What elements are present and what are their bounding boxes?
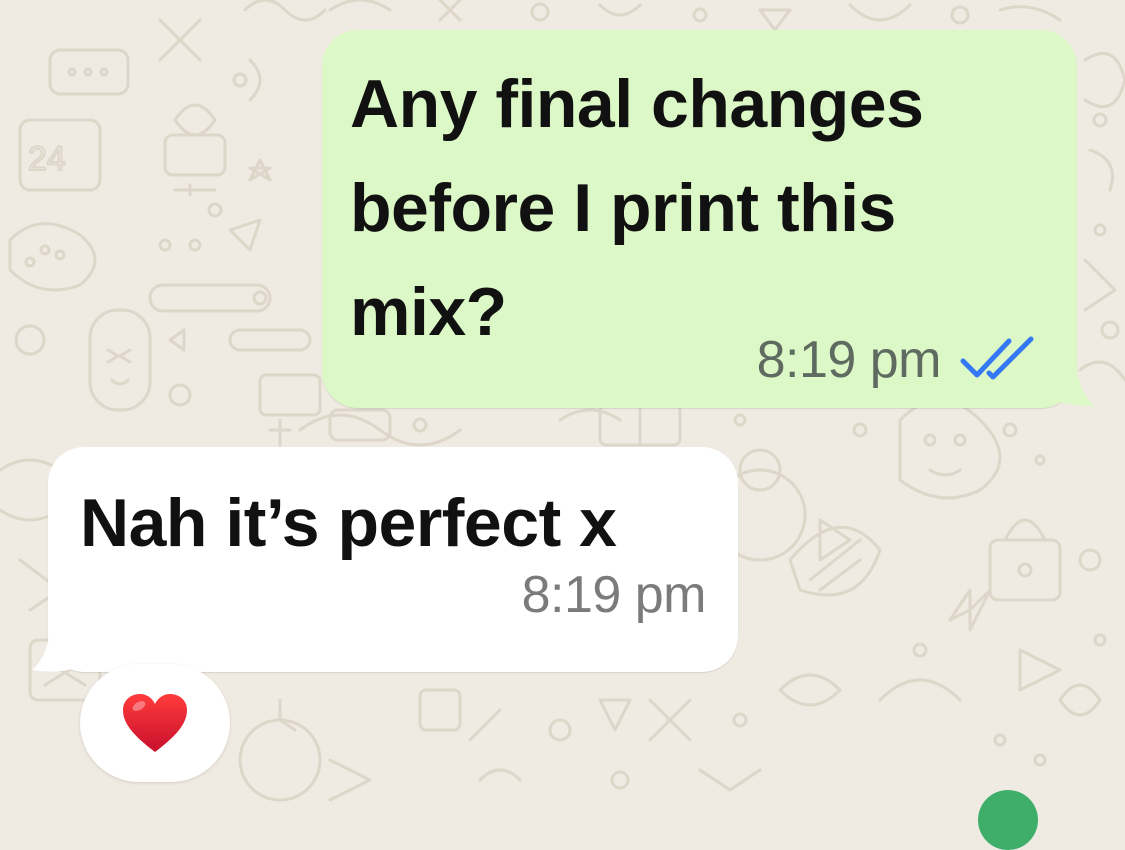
incoming-message-bubble[interactable]: Nah it’s perfect x 8:19 pm: [48, 447, 738, 672]
outgoing-message-meta: 8:19 pm: [757, 330, 1041, 390]
heart-icon: [123, 694, 187, 752]
outgoing-message-bubble[interactable]: Any final changes before I print this mi…: [322, 30, 1077, 408]
green-indicator: [978, 790, 1038, 850]
message-reaction[interactable]: [80, 664, 230, 782]
incoming-message-text: Nah it’s perfect x: [80, 485, 617, 561]
incoming-message-meta: 8:19 pm: [521, 565, 707, 625]
outgoing-bubble-tail: [1050, 370, 1094, 406]
double-check-icon: [960, 336, 1034, 380]
svg-text:24: 24: [28, 140, 66, 178]
outgoing-message-time: 8:19 pm: [756, 331, 942, 389]
incoming-message-time: 8:19 pm: [521, 566, 707, 624]
outgoing-message-text: Any final changes before I print this mi…: [350, 66, 924, 350]
incoming-bubble-tail: [32, 632, 78, 672]
